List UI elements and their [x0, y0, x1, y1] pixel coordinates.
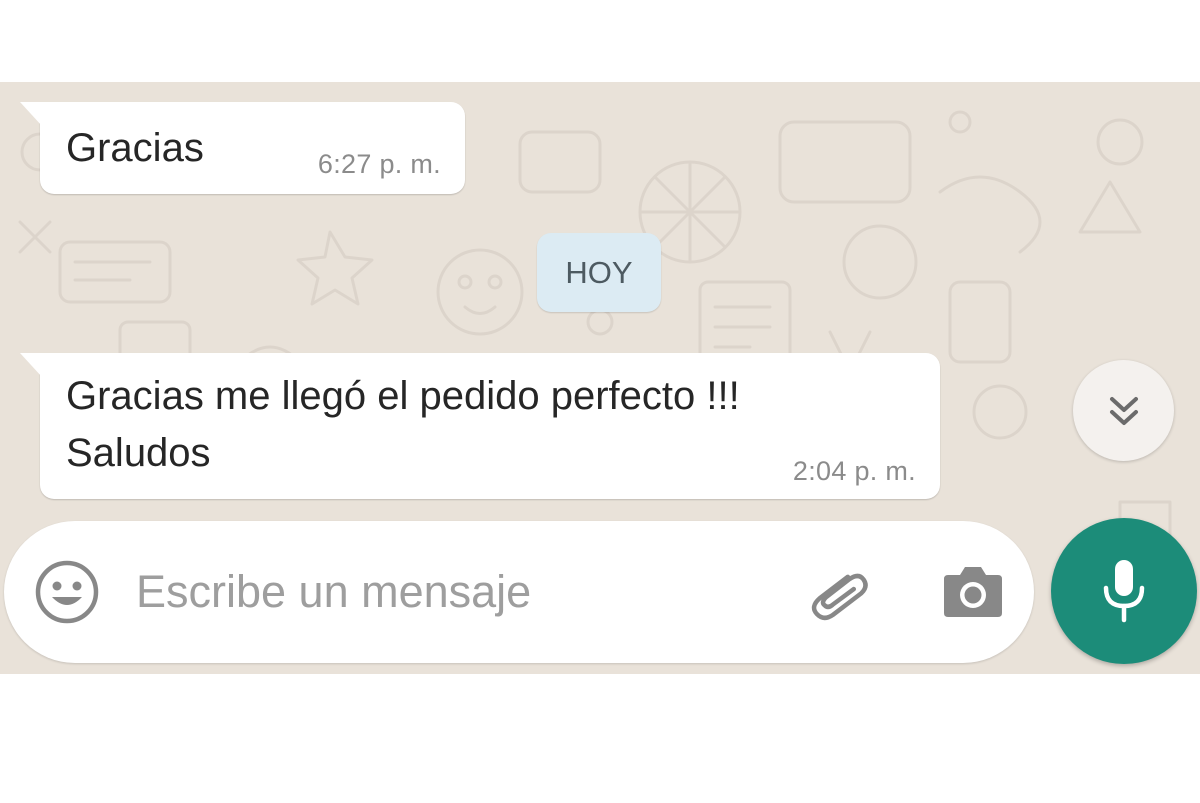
- scroll-to-bottom-button[interactable]: [1073, 360, 1174, 461]
- mic-icon: [1103, 560, 1145, 623]
- emoji-button[interactable]: [34, 559, 100, 625]
- camera-icon: [944, 567, 1002, 617]
- message-bubble[interactable]: Gracias 6:27 p. m.: [20, 102, 465, 194]
- bubble-tail: [20, 353, 42, 377]
- message-text: Gracias me llegó el pedido perfecto !!! …: [66, 374, 740, 475]
- message-text: Gracias: [66, 126, 204, 170]
- message-input[interactable]: [136, 551, 776, 633]
- message-timestamp: 6:27 p. m.: [317, 149, 441, 179]
- mic-button[interactable]: [1051, 518, 1197, 664]
- camera-button[interactable]: [940, 561, 1006, 621]
- message-bubble[interactable]: Gracias me llegó el pedido perfecto !!! …: [20, 353, 940, 499]
- message-composer: [4, 521, 1034, 663]
- paperclip-icon: [811, 573, 868, 621]
- double-chevron-down-icon: [1109, 396, 1138, 425]
- chat-area: Gracias 6:27 p. m. HOY Gracias me llegó …: [0, 82, 1200, 674]
- date-separator: HOY: [537, 233, 661, 312]
- emoji-icon: [35, 560, 99, 624]
- message-timestamp: 2:04 p. m.: [792, 456, 916, 486]
- bubble-tail: [20, 102, 42, 126]
- attach-button[interactable]: [801, 557, 871, 627]
